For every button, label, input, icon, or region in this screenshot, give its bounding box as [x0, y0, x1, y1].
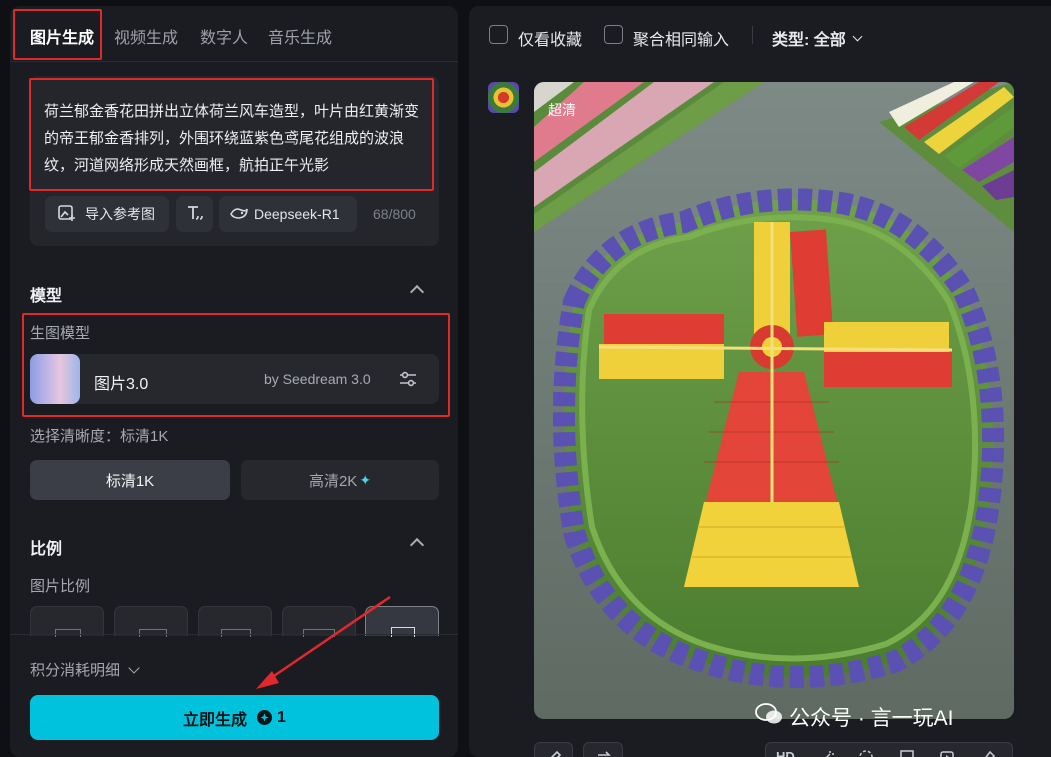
magic-wand-icon[interactable]	[819, 749, 835, 757]
pencil-icon	[545, 749, 563, 757]
merge-inputs-checkbox[interactable]	[604, 25, 623, 44]
prompt-thumbnail-avatar[interactable]	[488, 82, 519, 113]
hd-upscale-button[interactable]: HD	[776, 749, 795, 757]
type-filter-label: 类型: 全部	[772, 32, 846, 49]
favorites-label: 仅看收藏	[518, 32, 583, 49]
ultra-hd-badge: 超清	[548, 102, 576, 118]
swap-icon	[595, 749, 613, 757]
tulip-windmill-image	[534, 82, 1014, 719]
type-filter-dropdown[interactable]: 类型: 全部	[772, 26, 863, 50]
chevron-down-icon	[852, 31, 863, 41]
regenerate-button[interactable]	[583, 742, 623, 757]
generated-image[interactable]	[534, 82, 1014, 719]
video-play-icon[interactable]	[939, 749, 955, 757]
image-toolbar: HD	[765, 742, 1013, 757]
eraser-icon[interactable]	[980, 749, 996, 757]
edit-button[interactable]	[534, 742, 573, 757]
expand-frame-icon[interactable]	[899, 749, 915, 757]
watermark: 公众号 · 言一玩AI	[755, 702, 954, 732]
lasso-icon[interactable]	[858, 749, 874, 757]
merge-inputs-label: 聚合相同输入	[633, 32, 730, 49]
filter-divider	[752, 26, 753, 44]
wechat-icon	[755, 702, 783, 732]
watermark-text: 公众号 · 言一玩AI	[789, 707, 954, 730]
favorites-checkbox[interactable]	[489, 25, 508, 44]
